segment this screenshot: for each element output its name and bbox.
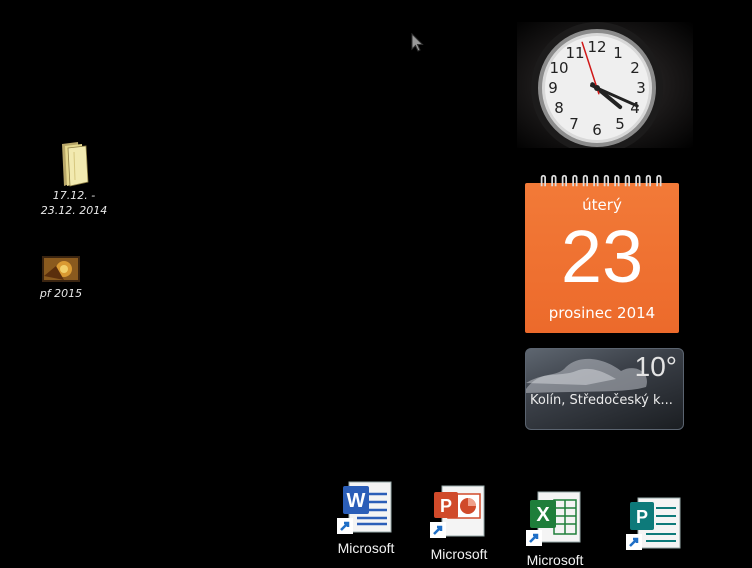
svg-text:3: 3 — [636, 79, 646, 97]
folder-icon — [62, 142, 89, 187]
svg-text:5: 5 — [615, 115, 625, 133]
shortcut-label: Microsoft — [430, 546, 488, 562]
clock-center-pin — [594, 85, 600, 91]
word-icon: W — [337, 481, 392, 534]
svg-text:8: 8 — [554, 99, 564, 117]
shortcut-label: Microsoft — [337, 540, 395, 556]
shortcut-microsoft-powerpoint[interactable]: P Microsoft — [411, 482, 507, 562]
image-thumbnail-icon — [42, 256, 80, 282]
desktop-icon-pf-2015[interactable]: pf 2015 — [21, 254, 101, 301]
svg-text:1: 1 — [613, 44, 623, 62]
desktop-icon-folder[interactable]: 17.12. - 23.12. 2014 — [34, 140, 114, 218]
shortcut-label: Microsoft — [526, 552, 584, 568]
svg-text:9: 9 — [548, 79, 558, 97]
calendar-gadget[interactable]: úterý 23 prosinec 2014 — [525, 174, 679, 333]
svg-text:7: 7 — [569, 115, 579, 133]
calendar-rings-icon — [540, 174, 662, 187]
svg-text:X: X — [536, 504, 550, 526]
desktop-icon-label: 17.12. - 23.12. 2014 — [40, 189, 108, 217]
excel-icon: X — [526, 491, 581, 546]
clock-gadget[interactable]: 12 1 2 3 4 5 6 7 8 9 10 11 — [517, 22, 693, 148]
svg-text:P: P — [440, 496, 452, 516]
svg-text:4: 4 — [630, 99, 640, 117]
weather-temperature: 10° — [634, 351, 677, 382]
calendar-month-year: prosinec 2014 — [548, 304, 656, 322]
calendar-page: úterý 23 prosinec 2014 — [525, 183, 679, 333]
calendar-day: 23 — [560, 215, 644, 298]
publisher-icon: P — [626, 497, 681, 550]
svg-text:P: P — [636, 507, 648, 527]
svg-text:12: 12 — [587, 38, 606, 56]
shortcut-microsoft-word[interactable]: W Microsoft — [318, 476, 414, 556]
svg-text:2: 2 — [630, 59, 640, 77]
svg-text:W: W — [347, 490, 366, 512]
shortcut-microsoft-excel[interactable]: X Microsoft — [507, 488, 603, 568]
calendar-weekday: úterý — [582, 196, 622, 214]
mouse-cursor-icon — [411, 33, 424, 52]
shortcut-microsoft-publisher[interactable]: P — [607, 494, 703, 556]
svg-text:11: 11 — [565, 44, 584, 62]
desktop-icon-label: pf 2015 — [39, 287, 83, 300]
powerpoint-icon: P — [430, 485, 485, 538]
weather-gadget[interactable]: 10° Kolín, Středočeský k... — [525, 348, 684, 430]
weather-location: Kolín, Středočeský k... — [530, 393, 673, 408]
svg-text:6: 6 — [592, 121, 602, 139]
